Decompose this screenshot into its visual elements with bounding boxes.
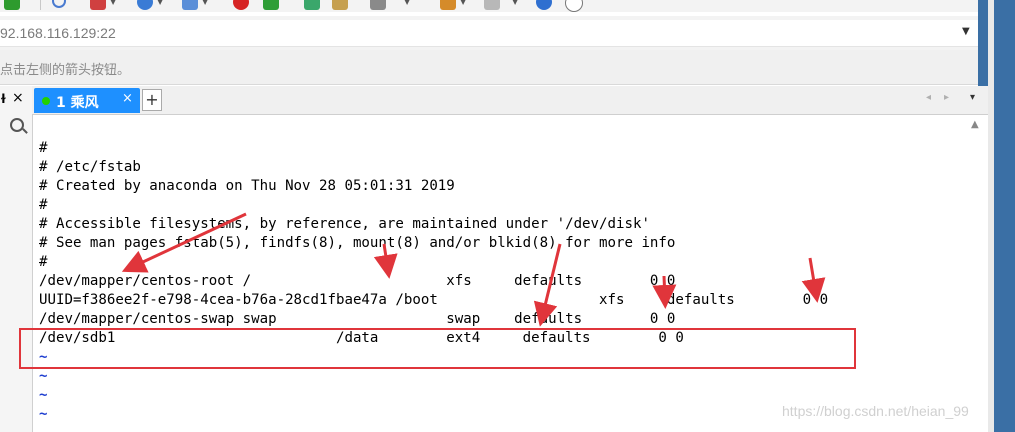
- arrow-annotation: [801, 257, 826, 303]
- annotation-arrows: [121, 212, 826, 327]
- arrow-annotation: [533, 243, 562, 327]
- arrow-annotation: [121, 212, 247, 273]
- arrow-annotation: [373, 243, 398, 279]
- arrow-annotation: [652, 275, 677, 309]
- watermark: https://blog.csdn.net/heian_99: [782, 403, 969, 419]
